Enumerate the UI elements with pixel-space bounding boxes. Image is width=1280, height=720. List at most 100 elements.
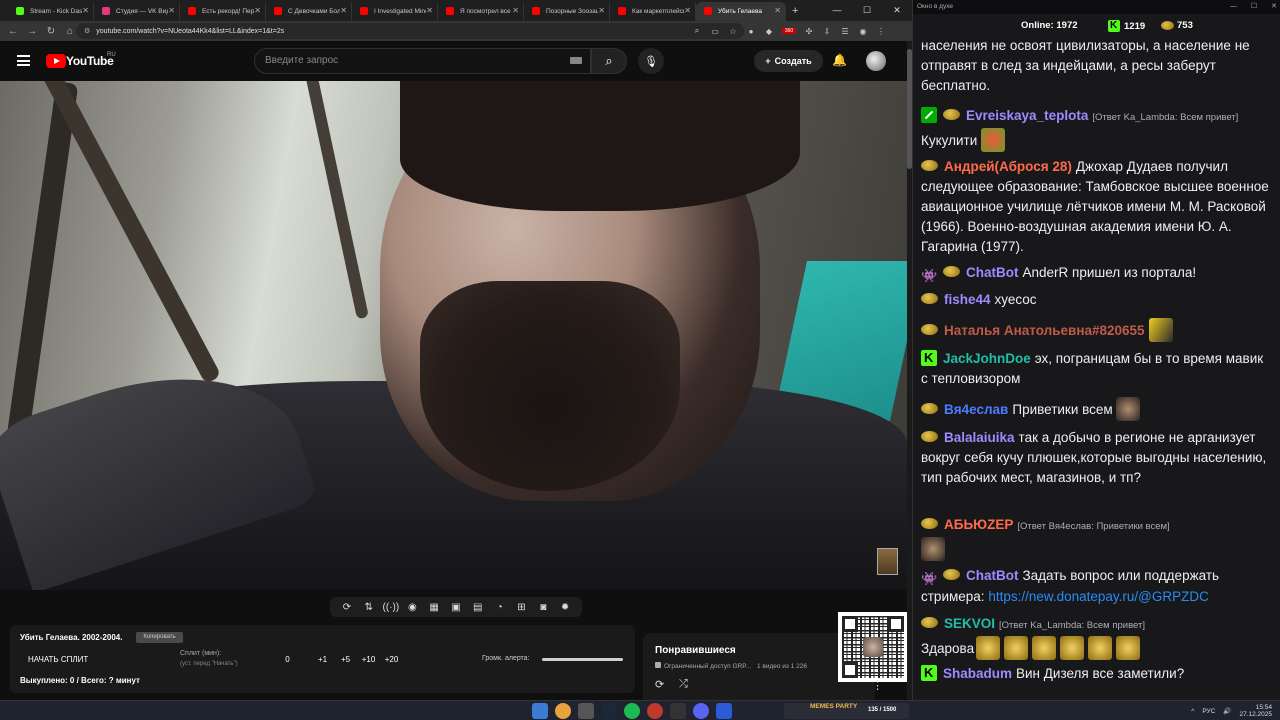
hamburger-menu-icon[interactable] [17,55,30,66]
app-icon[interactable] [716,703,732,719]
close-icon[interactable]: ✕ [254,6,261,15]
playlist-owner[interactable]: GRP... [732,663,751,670]
chat-username[interactable]: АБЬЮZEP [944,517,1013,532]
speed-icon[interactable]: ◔ [492,602,508,613]
reload-icon[interactable]: ↻ [46,26,56,37]
chat-username[interactable]: JackJohnDoe [943,351,1031,366]
extension-badge[interactable]: 360 [782,28,796,34]
split-value-button[interactable]: +20 [380,655,403,664]
url-field[interactable]: ⚙ youtube.com/watch?v=NUeota44Kk4&list=L… [76,23,744,39]
shuffle-icon[interactable]: ⤮ [679,678,688,691]
alert-volume-slider[interactable] [542,658,623,661]
app-icon[interactable] [670,703,686,719]
chat-username[interactable]: fishe44 [944,292,991,307]
video-player[interactable] [0,81,907,590]
close-icon[interactable]: ✕ [82,6,89,15]
home-icon[interactable]: ⌂ [65,26,75,37]
tab[interactable]: I Investigated Minec✕ [352,2,438,21]
camera-icon[interactable]: ◙ [535,602,551,613]
sort-icon[interactable]: ⇅ [361,602,377,613]
start-icon[interactable] [532,703,548,719]
chat-username[interactable]: Наталья Анатольевна#820655 [944,323,1145,338]
loop-icon[interactable]: ⟳ [339,602,355,613]
donation-link[interactable]: https://new.donatepay.ru/@GRPZDC [988,589,1209,604]
view-icon[interactable]: ◉ [404,602,420,613]
mini-thumbnail[interactable] [877,548,898,575]
spotify-icon[interactable] [624,703,640,719]
minimize-icon[interactable]: — [822,0,852,21]
tab-active[interactable]: Убить Гелаева ✕ [696,2,786,21]
broadcast-icon[interactable]: ((·)) [383,602,400,613]
chat-username[interactable]: Evreiskaya_teplota [966,108,1088,123]
tray-arrow-icon[interactable]: ^ [1191,708,1194,715]
close-icon[interactable]: ✕ [598,6,605,15]
minimize-icon[interactable]: — [1230,0,1237,14]
close-icon[interactable]: ✕ [774,6,781,15]
extension-icon[interactable]: ◆ [764,27,774,36]
reading-list-icon[interactable]: ☰ [840,27,850,36]
zoom-icon[interactable]: ⌕ [692,26,702,36]
youtube-logo-icon[interactable] [46,54,66,68]
discord-icon[interactable] [693,703,709,719]
bell-icon[interactable]: 🔔 [832,53,847,67]
new-tab-icon[interactable]: + [792,5,806,17]
playlist-title[interactable]: Понравившиеся [655,645,736,656]
split-value-button[interactable]: +10 [357,655,380,664]
tab[interactable]: Я посмотрел все ф✕ [438,2,524,21]
add-icon[interactable]: ⊞ [513,602,529,613]
forward-icon[interactable]: → [27,26,37,37]
star-icon[interactable]: ☆ [728,27,738,36]
chat-username[interactable]: ChatBot [966,568,1019,583]
avatar[interactable] [866,51,886,71]
search-button[interactable]: ⌕ [591,48,627,74]
chat-username[interactable]: Андрей(Аброся 28) [944,159,1072,174]
clock[interactable]: 15:54 27.12.2025 [1239,704,1272,718]
loop-icon[interactable]: ⟳ [655,678,664,691]
maximize-icon[interactable]: ☐ [852,0,882,21]
copy-button[interactable]: Копировать [136,632,183,643]
split-value-button[interactable]: 0 [276,655,299,664]
profile-icon[interactable]: ◉ [858,27,868,36]
caption-icon[interactable]: ▤ [470,602,486,613]
split-value-button[interactable]: +5 [334,655,357,664]
maximize-icon[interactable]: ☐ [1251,0,1257,14]
kebab-menu-icon[interactable]: ⋮ [876,27,886,36]
close-icon[interactable]: ✕ [340,6,347,15]
reply-reference[interactable]: [Ответ Ka_Lambda: Всем привет] [999,620,1145,631]
search-input[interactable]: Введите запрос [254,48,591,74]
close-icon[interactable]: ✕ [684,6,691,15]
cast-icon[interactable]: ▭ [710,27,720,36]
extension-dot-icon[interactable]: ● [746,27,756,36]
chat-username[interactable]: Shabadum [943,666,1012,681]
voice-search-button[interactable]: 🎙 [638,48,664,74]
memes-party-widget[interactable]: MEMES PARTY 135 / 1500 [784,703,909,719]
app-icon[interactable] [578,703,594,719]
tab[interactable]: Stream - Kick Dash ✕ [8,2,94,21]
language-indicator[interactable]: РУС [1202,708,1215,715]
close-icon[interactable]: ✕ [168,6,175,15]
close-icon[interactable]: ✕ [426,6,433,15]
tab[interactable]: С Девочками Боль ✕ [266,2,352,21]
tab[interactable]: Есть рекорд! Перекл✕ [180,2,266,21]
chat-username[interactable]: Balalaiuika [944,430,1015,445]
chat-log[interactable]: населения не освоят цивилизаторы, а насе… [921,36,1273,700]
tab[interactable]: Позорные Зоозащ ✕ [524,2,610,21]
create-button[interactable]: + Создать [754,50,823,72]
close-window-icon[interactable]: ✕ [882,0,912,21]
volume-icon[interactable]: 🔊 [1223,707,1231,715]
close-icon[interactable]: ✕ [512,6,519,15]
picture-in-picture-icon[interactable]: ▣ [448,602,464,613]
reply-reference[interactable]: [Ответ Вя4еслав: Приветики всем] [1017,521,1169,532]
chat-username[interactable]: ChatBot [966,265,1019,280]
tab[interactable]: Студия — VK Видео✕ [94,2,180,21]
tab[interactable]: Как маркетплейсы ✕ [610,2,696,21]
steam-icon[interactable] [601,703,617,719]
download-icon[interactable]: ⇩ [822,27,832,36]
obs-icon[interactable] [647,703,663,719]
keyboard-icon[interactable] [570,57,582,64]
film-icon[interactable]: ▦ [426,602,442,613]
back-icon[interactable]: ← [8,26,18,37]
start-split-button[interactable]: НАЧАТЬ СПЛИТ [28,655,88,664]
puzzle-icon[interactable]: ✣ [804,27,814,36]
split-value-button[interactable]: +1 [311,655,334,664]
